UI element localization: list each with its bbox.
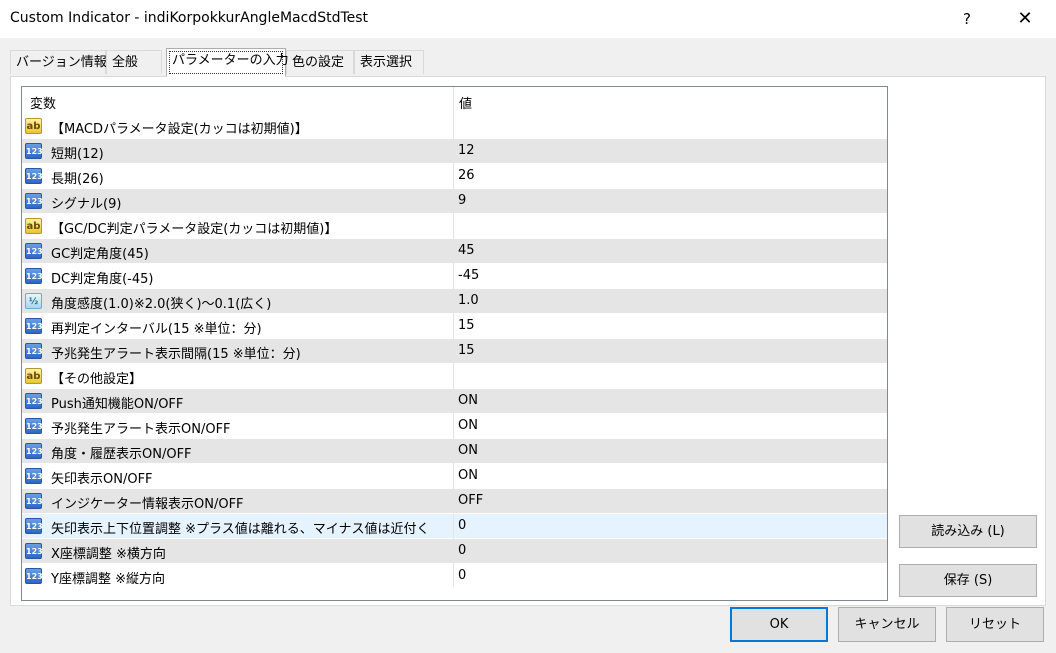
integer-type-icon: 123 [25,193,43,209]
parameter-row[interactable]: 123 予兆発生アラート表示ON/OFF ON [22,414,887,439]
window-title: Custom Indicator - indiKorpokkurAngleMac… [10,10,369,26]
save-button[interactable]: 保存 (S) [899,564,1037,597]
parameter-row[interactable]: 123 Y座標調整 ※縦方向 0 [22,564,887,589]
integer-type-icon: 123 [25,343,43,359]
parameter-name: シグナル(9) [51,197,122,212]
parameter-row[interactable]: 123 DC判定角度(-45) -45 [22,264,887,289]
tab-version-info[interactable]: バージョン情報 [10,50,107,74]
parameter-row[interactable]: ab 【その他設定】 [22,364,887,389]
parameter-row[interactable]: 123 予兆発生アラート表示間隔(15 ※単位：分) 15 [22,339,887,364]
parameter-row[interactable]: 123 再判定インターバル(15 ※単位：分) 15 [22,314,887,339]
ok-button[interactable]: OK [730,607,828,642]
tab-colors[interactable]: 色の設定 [286,50,354,74]
parameter-name: 角度・履歴表示ON/OFF [51,447,192,462]
reset-button[interactable]: リセット [946,607,1044,642]
parameter-row[interactable]: 123 Push通知機能ON/OFF ON [22,389,887,414]
cancel-button[interactable]: キャンセル [838,607,936,642]
parameter-value[interactable]: ON [458,418,478,433]
parameter-name: 再判定インターバル(15 ※単位：分) [51,322,262,337]
list-header: 変数 値 [22,87,887,114]
parameter-row[interactable]: 123 GC判定角度(45) 45 [22,239,887,264]
string-type-icon: ab [25,368,42,384]
tab-visualization[interactable]: 表示選択 [354,50,424,74]
integer-type-icon: 123 [25,468,43,484]
parameter-row[interactable]: ab 【MACDパラメータ設定(カッコは初期値)】 [22,114,887,139]
parameter-name: 【MACDパラメータ設定(カッコは初期値)】 [51,122,308,137]
integer-type-icon: 123 [25,518,43,534]
column-header-variable[interactable]: 変数 [30,93,56,112]
parameter-list[interactable]: 変数 値 ab 【MACDパラメータ設定(カッコは初期値)】 123 短期(12) 12… [21,86,888,601]
parameter-value[interactable]: 1.0 [458,293,479,308]
column-header-value[interactable]: 値 [459,93,472,112]
parameter-row[interactable]: 123 長期(26) 26 [22,164,887,189]
integer-type-icon: 123 [25,493,43,509]
close-button[interactable]: ✕ [1002,0,1048,38]
parameter-name: 【その他設定】 [51,372,143,387]
parameter-row[interactable]: 123 矢印表示上下位置調整 ※プラス値は離れる、マイナス値は近付く 0 [22,514,887,539]
double-type-icon: ½ [25,293,42,309]
parameter-value[interactable]: 0 [458,518,466,533]
string-type-icon: ab [25,118,42,134]
parameter-value[interactable]: 12 [458,143,475,158]
parameter-value[interactable]: ON [458,468,478,483]
parameter-value[interactable]: ON [458,393,478,408]
parameter-value[interactable]: OFF [458,493,483,508]
integer-type-icon: 123 [25,443,43,459]
integer-type-icon: 123 [25,243,43,259]
integer-type-icon: 123 [25,393,43,409]
parameter-value[interactable]: -45 [458,268,479,283]
parameter-name: 矢印表示上下位置調整 ※プラス値は離れる、マイナス値は近付く [51,522,430,537]
parameter-name: GC判定角度(45) [51,247,149,262]
parameter-row[interactable]: 123 矢印表示ON/OFF ON [22,464,887,489]
load-button[interactable]: 読み込み (L) [899,515,1037,548]
parameter-name: Push通知機能ON/OFF [51,397,184,412]
column-divider [453,87,454,587]
parameter-name: Y座標調整 ※縦方向 [51,572,165,587]
parameter-value[interactable]: 0 [458,543,466,558]
integer-type-icon: 123 [25,543,43,559]
parameter-value[interactable]: 45 [458,243,475,258]
integer-type-icon: 123 [25,143,43,159]
parameter-value[interactable]: 15 [458,343,475,358]
parameter-name: 【GC/DC判定パラメータ設定(カッコは初期値)】 [51,222,338,237]
integer-type-icon: 123 [25,568,43,584]
help-button[interactable]: ? [944,0,990,38]
title-bar: Custom Indicator - indiKorpokkurAngleMac… [0,0,1056,38]
parameter-name: DC判定角度(-45) [51,272,154,287]
parameter-value[interactable]: ON [458,443,478,458]
parameter-name: X座標調整 ※横方向 [51,547,166,562]
parameter-row[interactable]: 123 インジケーター情報表示ON/OFF OFF [22,489,887,514]
integer-type-icon: 123 [25,168,43,184]
tab-parameters[interactable]: パラメーターの入力 [166,48,289,77]
parameter-row[interactable]: 123 短期(12) 12 [22,139,887,164]
integer-type-icon: 123 [25,318,43,334]
parameter-row[interactable]: 123 シグナル(9) 9 [22,189,887,214]
parameter-name: 角度感度(1.0)※2.0(狭く)〜0.1(広く) [51,297,272,312]
parameter-name: 予兆発生アラート表示間隔(15 ※単位：分) [51,347,301,362]
parameter-value[interactable]: 26 [458,168,475,183]
parameter-name: 長期(26) [51,172,104,187]
parameter-name: 矢印表示ON/OFF [51,472,153,487]
parameter-row[interactable]: ½ 角度感度(1.0)※2.0(狭く)〜0.1(広く) 1.0 [22,289,887,314]
integer-type-icon: 123 [25,418,43,434]
parameter-name: 短期(12) [51,147,104,162]
tab-general[interactable]: 全般 [106,50,162,74]
parameter-row[interactable]: ab 【GC/DC判定パラメータ設定(カッコは初期値)】 [22,214,887,239]
parameter-value[interactable]: 15 [458,318,475,333]
parameter-value[interactable]: 0 [458,568,466,583]
integer-type-icon: 123 [25,268,43,284]
parameter-name: 予兆発生アラート表示ON/OFF [51,422,231,437]
parameter-name: インジケーター情報表示ON/OFF [51,497,244,512]
parameter-value[interactable]: 9 [458,193,466,208]
parameter-row[interactable]: 123 X座標調整 ※横方向 0 [22,539,887,564]
string-type-icon: ab [25,218,42,234]
parameter-row[interactable]: 123 角度・履歴表示ON/OFF ON [22,439,887,464]
